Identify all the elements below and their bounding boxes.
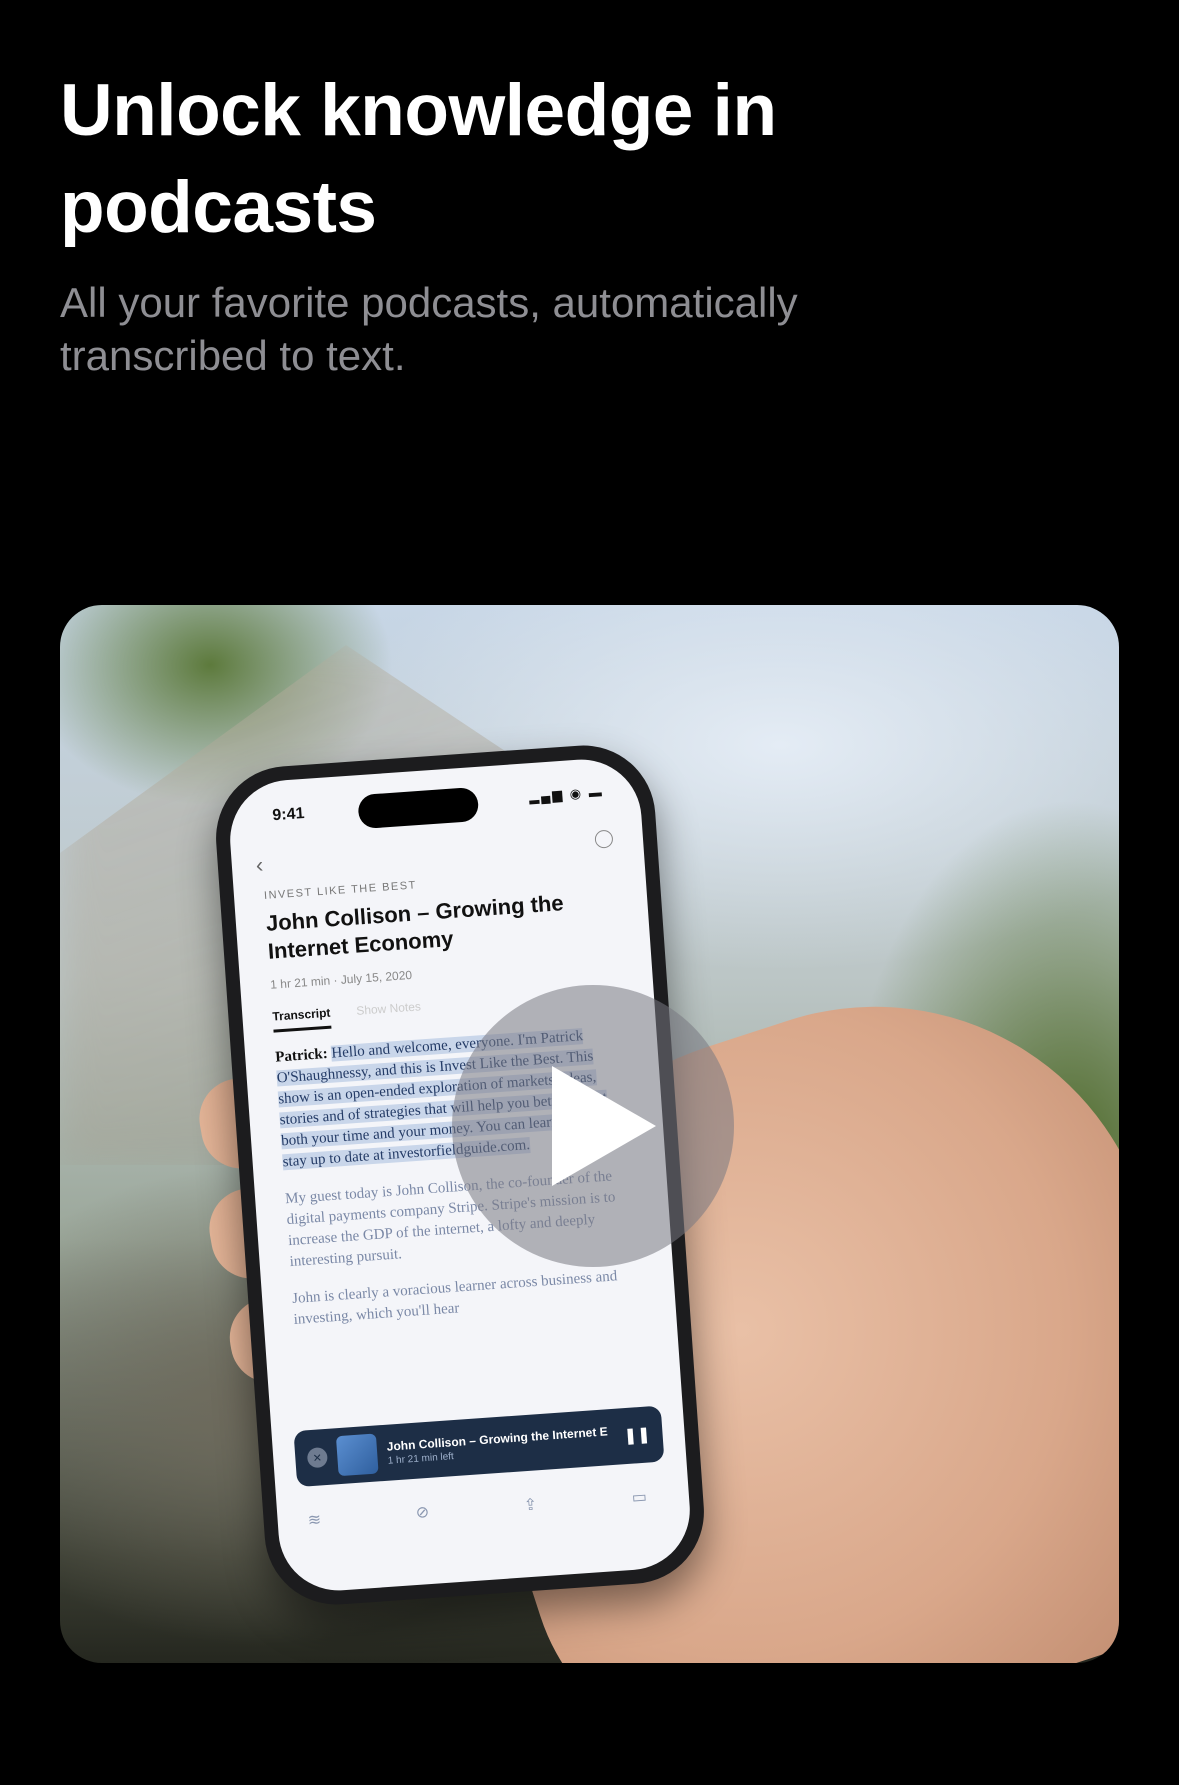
archive-icon: ▭: [631, 1488, 648, 1507]
show-name: INVEST LIKE THE BEST: [263, 879, 418, 902]
page-subtitle: All your favorite podcasts, automaticall…: [60, 279, 798, 379]
signal-battery-icon: ▂▄▆ ◉ ▬: [528, 784, 605, 805]
page-title: Unlock knowledge in podcasts: [60, 70, 777, 248]
demo-video[interactable]: 9:41 ▂▄▆ ◉ ▬ ‹ INVEST LIKE THE BEST John…: [60, 605, 1119, 1663]
more-icon: [594, 829, 614, 849]
episode-meta: 1 hr 21 min · July 15, 2020: [269, 967, 413, 992]
phone-tab-bar: ≋ ⊘ ⇪ ▭: [307, 1487, 648, 1531]
episode-tabs: Transcript Show Notes: [272, 999, 422, 1033]
waveform-icon: ≋: [307, 1511, 322, 1530]
mini-player: ✕ John Collison – Growing the Internet E…: [293, 1405, 665, 1488]
chevron-left-icon: ‹: [255, 852, 265, 878]
play-button[interactable]: [452, 985, 734, 1267]
episode-title: John Collison – Growing the Internet Eco…: [265, 890, 565, 964]
tab-show-notes: Show Notes: [355, 999, 422, 1018]
transcript-paragraph: John is clearly a voracious learner acro…: [291, 1268, 618, 1328]
share-icon: ⇪: [523, 1496, 538, 1515]
podcast-artwork: [335, 1433, 379, 1477]
close-icon: ✕: [306, 1446, 329, 1469]
pause-icon: ❚❚: [623, 1426, 652, 1446]
tab-transcript: Transcript: [272, 1005, 332, 1033]
speaker-name: Patrick:: [274, 1045, 329, 1066]
onboarding-page: Unlock knowledge in podcasts All your fa…: [0, 0, 1179, 1785]
compass-icon: ⊘: [415, 1503, 430, 1522]
dynamic-island: [357, 786, 480, 830]
status-time: 9:41: [271, 804, 306, 825]
play-icon: [552, 1066, 656, 1186]
